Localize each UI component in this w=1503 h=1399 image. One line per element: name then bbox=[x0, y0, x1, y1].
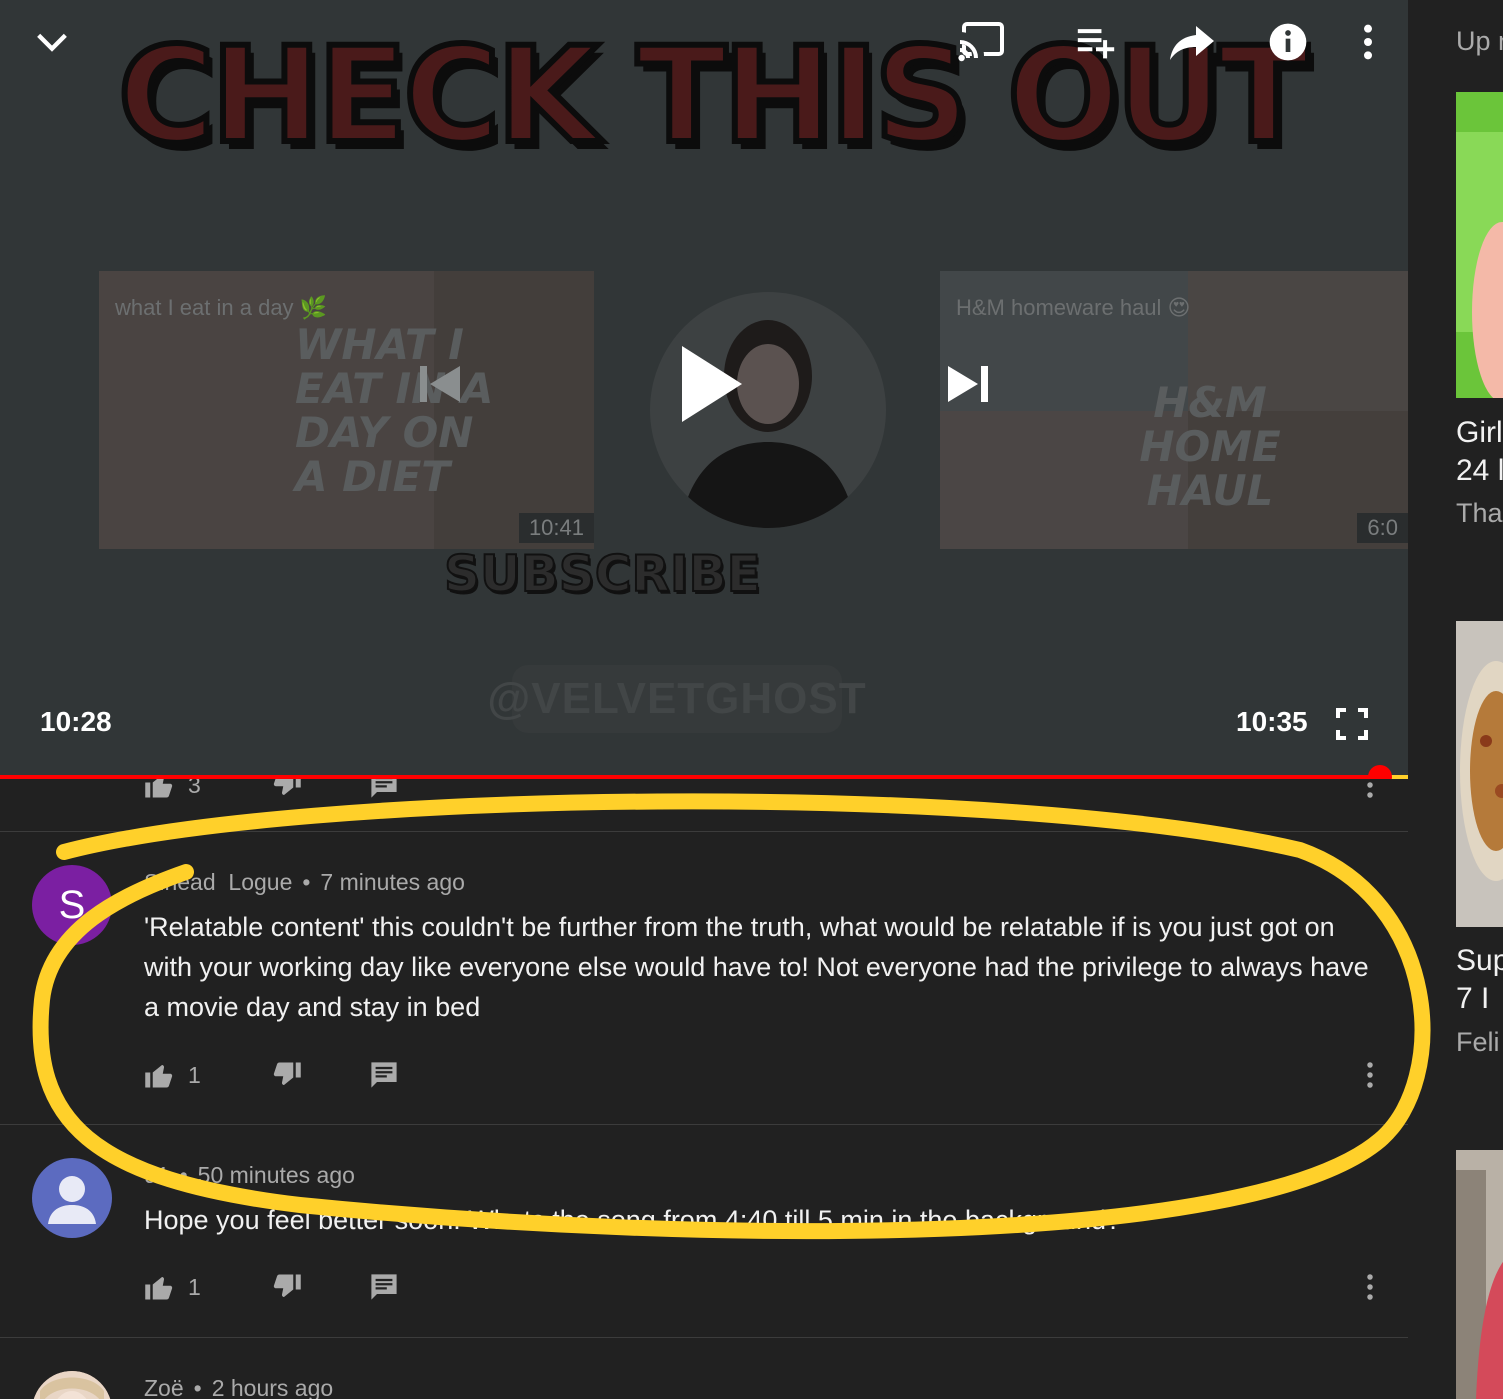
up-next-sidebar: Up n Girl 24 l Tha Sup 7 I Feli bbox=[1408, 0, 1503, 1399]
like-button[interactable]: 1 bbox=[144, 1055, 201, 1095]
up-next-title-line: 7 I bbox=[1456, 982, 1490, 1015]
comment-actions: 1 bbox=[144, 1055, 1384, 1095]
play-icon[interactable] bbox=[682, 346, 742, 427]
channel-watermark: @VELVETGHOST bbox=[487, 665, 866, 733]
comment-meta: Sinead Logue • 7 minutes ago bbox=[144, 869, 465, 895]
endscreen-right-title: H&M homeware haul 😍 bbox=[956, 295, 1191, 320]
comment-author[interactable]: 91 bbox=[144, 1162, 170, 1188]
avatar[interactable] bbox=[32, 1371, 112, 1399]
comment-text: Hope you feel better soon! Whats the son… bbox=[144, 1205, 1122, 1235]
share-icon[interactable] bbox=[1168, 18, 1216, 66]
endscreen-right-duration: 6:0 bbox=[1357, 513, 1408, 543]
up-next-title[interactable]: Sup 7 I bbox=[1456, 942, 1503, 1018]
endscreen-video-right[interactable]: H&M homeware haul 😍 H&M HOME HAUL 6:0 bbox=[940, 271, 1408, 549]
dislike-button[interactable] bbox=[272, 779, 302, 805]
comment-time: 7 minutes ago bbox=[320, 869, 465, 895]
up-next-thumbnail[interactable] bbox=[1456, 1150, 1503, 1399]
comment-meta: Zoë • 2 hours ago bbox=[144, 1375, 334, 1399]
dislike-button[interactable] bbox=[272, 1267, 302, 1307]
chevron-down-icon[interactable] bbox=[28, 18, 76, 66]
comment-meta: 91 • 50 minutes ago bbox=[144, 1162, 355, 1188]
up-next-title-line: 24 l bbox=[1456, 454, 1503, 487]
avatar[interactable] bbox=[32, 1158, 112, 1238]
comment-author[interactable]: Zoë bbox=[144, 1375, 184, 1399]
video-player[interactable]: CHECK THIS OUT what I eat in a day 🌿 WHA… bbox=[0, 0, 1408, 778]
like-count: 1 bbox=[188, 1273, 201, 1300]
add-to-playlist-icon[interactable] bbox=[1072, 18, 1120, 66]
like-button[interactable]: 3 bbox=[144, 779, 201, 805]
endscreen-left-title: what I eat in a day 🌿 bbox=[115, 295, 328, 320]
reply-icon[interactable] bbox=[370, 779, 398, 805]
comment-divider bbox=[0, 1124, 1408, 1125]
reply-icon[interactable] bbox=[370, 1267, 398, 1307]
endscreen-left-duration: 10:41 bbox=[518, 513, 594, 543]
up-next-channel: Tha bbox=[1456, 498, 1503, 528]
like-count: 3 bbox=[188, 779, 201, 798]
info-icon[interactable] bbox=[1264, 18, 1312, 66]
comment-more-icon[interactable] bbox=[1358, 779, 1382, 805]
app-screen: CHECK THIS OUT what I eat in a day 🌿 WHA… bbox=[0, 0, 1503, 1399]
up-next-channel: Feli bbox=[1456, 1027, 1500, 1057]
dislike-button[interactable] bbox=[272, 1055, 302, 1095]
avatar-letter: S bbox=[58, 882, 86, 927]
comment-more-icon[interactable] bbox=[1358, 1267, 1382, 1307]
reply-icon[interactable] bbox=[370, 1055, 398, 1095]
next-icon[interactable] bbox=[946, 364, 990, 409]
like-count: 1 bbox=[188, 1061, 201, 1088]
comment-author[interactable]: Sinead Logue bbox=[144, 869, 292, 895]
comment-divider bbox=[0, 1337, 1408, 1338]
up-next-thumbnail[interactable] bbox=[1456, 92, 1503, 398]
more-vert-icon[interactable] bbox=[1344, 18, 1392, 66]
comment-time: 2 hours ago bbox=[211, 1375, 334, 1399]
subscribe-overlay-text: SUBSCRIBE bbox=[443, 544, 762, 604]
banner-text: CHECK THIS OUT bbox=[115, 19, 1312, 173]
previous-icon[interactable] bbox=[418, 364, 462, 409]
endscreen-right-thumb-text: H&M HOME HAUL bbox=[1139, 378, 1281, 516]
up-next-title-line: Sup bbox=[1456, 944, 1503, 977]
fullscreen-icon[interactable] bbox=[1336, 708, 1368, 745]
up-next-title[interactable]: Girl 24 l bbox=[1456, 414, 1503, 490]
comment-actions-prev: 3 bbox=[144, 779, 1384, 805]
current-time: 10:28 bbox=[40, 706, 112, 737]
comment-text: 'Relatable content' this couldn't be fur… bbox=[144, 912, 1369, 1022]
up-next-label: Up n bbox=[1456, 26, 1503, 56]
comment-actions: 1 bbox=[144, 1267, 1384, 1307]
like-button[interactable]: 1 bbox=[144, 1267, 201, 1307]
up-next-title-line: Girl bbox=[1456, 416, 1503, 449]
comments-section: 3 S Sinead Logue • 7 minutes ago 'Relatabl… bbox=[0, 779, 1408, 1399]
endscreen-video-left[interactable]: what I eat in a day 🌿 WHAT I EAT IN A DA… bbox=[99, 271, 594, 549]
total-duration: 10:35 bbox=[1236, 706, 1308, 737]
avatar[interactable]: S bbox=[32, 865, 112, 945]
comment-more-icon[interactable] bbox=[1358, 1055, 1382, 1095]
comment-time: 50 minutes ago bbox=[197, 1162, 355, 1188]
comment-divider bbox=[0, 831, 1408, 832]
endscreen-left-thumb-text: WHAT I EAT IN A DAY ON A DIET bbox=[295, 320, 494, 502]
cast-icon[interactable] bbox=[958, 18, 1006, 66]
up-next-thumbnail[interactable] bbox=[1456, 621, 1503, 927]
